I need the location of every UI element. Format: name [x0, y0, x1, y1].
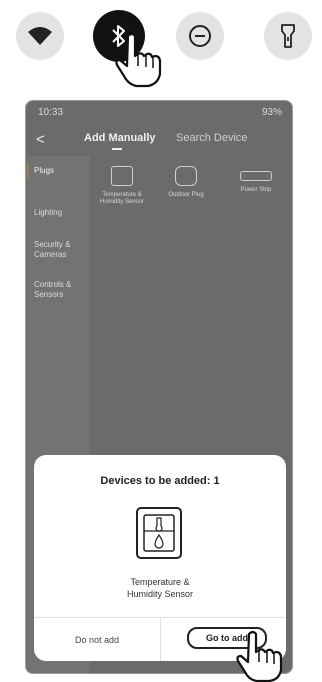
device-temp-humidity[interactable]: Temperature & Humidity Sensor	[92, 166, 152, 206]
back-icon[interactable]: <	[36, 131, 45, 148]
button-divider	[160, 617, 161, 661]
device-name-line-2: Humidity Sensor	[126, 589, 194, 599]
outdoor-plug-icon	[175, 166, 197, 186]
temperature-humidity-sensor-icon	[136, 507, 182, 559]
device-name-line-1: Temperature &	[130, 577, 190, 587]
wifi-icon	[28, 27, 52, 45]
phone-screen: 10:33 93% < Add Manually Search Device P…	[25, 100, 293, 674]
do-not-disturb-toggle[interactable]	[176, 12, 224, 60]
tab-search-device[interactable]: Search Device	[176, 132, 248, 144]
tab-add-manually[interactable]: Add Manually	[84, 132, 156, 144]
status-battery: 93%	[261, 107, 282, 118]
device-label: Temperature & Humidity Sensor	[99, 192, 144, 205]
power-strip-icon	[240, 171, 272, 181]
status-bar: 10:33 93%	[38, 107, 282, 123]
pointing-hand-icon	[115, 32, 162, 88]
status-time: 10:33	[38, 107, 64, 118]
dialog-device-name: Temperature & Humidity Sensor	[34, 576, 286, 600]
do-not-disturb-icon	[189, 25, 211, 47]
dialog-title: Devices to be added: 1	[100, 475, 220, 487]
category-lighting[interactable]: Lighting	[34, 208, 86, 218]
tab-bar: < Add Manually Search Device	[26, 131, 292, 153]
device-power-strip[interactable]: Power Strip	[226, 166, 286, 194]
category-controls-sensors[interactable]: Controls & Sensors	[34, 280, 86, 300]
pointing-hand-icon	[236, 630, 283, 682]
flashlight-icon	[281, 24, 295, 48]
sensor-icon	[111, 166, 133, 186]
active-tab-indicator	[112, 148, 122, 150]
category-plugs[interactable]: Plugs	[34, 166, 86, 176]
device-label: Power Strip	[240, 187, 272, 193]
flashlight-toggle[interactable]	[264, 12, 312, 60]
device-outdoor-plug[interactable]: Outdoor Plug	[156, 166, 216, 199]
category-security-cameras[interactable]: Security & Cameras	[34, 240, 86, 260]
active-category-indicator	[26, 164, 29, 178]
wifi-toggle[interactable]	[16, 12, 64, 60]
device-label: Outdoor Plug	[168, 192, 204, 198]
do-not-add-button[interactable]: Do not add	[34, 618, 160, 661]
